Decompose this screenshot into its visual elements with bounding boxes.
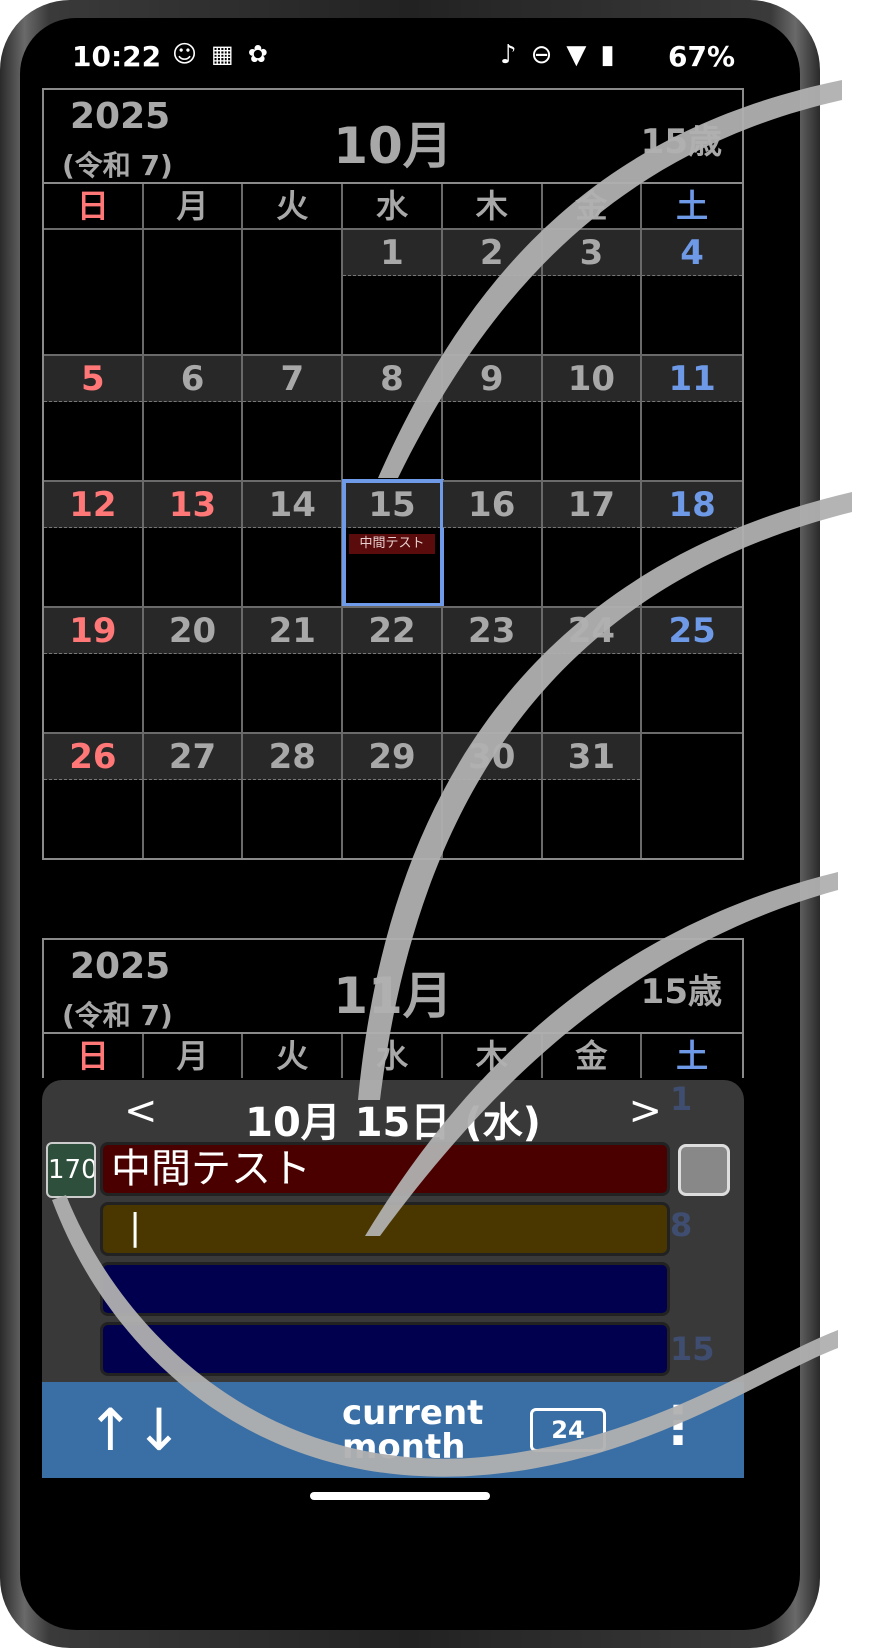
gesture-arrows-overlay: [52, 80, 852, 1477]
swipe-arrow-4: [52, 1195, 838, 1477]
swipe-arrow-3: [365, 872, 838, 1236]
swipe-arrow-2: [358, 492, 852, 1100]
swipe-arrow-1: [378, 80, 842, 478]
